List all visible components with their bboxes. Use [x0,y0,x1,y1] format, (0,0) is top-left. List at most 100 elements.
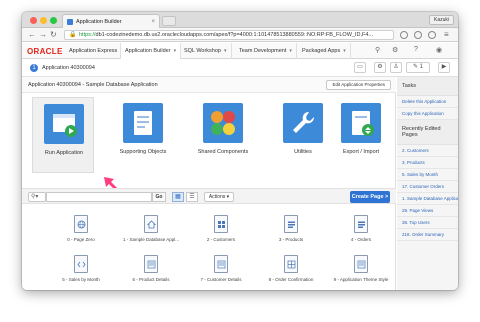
page-item[interactable]: 0 - Page Zero [46,211,116,251]
nav-packaged-apps[interactable]: Packaged Apps ▾ [298,43,351,59]
nav-label: Application Builder [125,48,171,54]
user-avatar-icon[interactable]: ◉ [436,46,442,54]
page-item[interactable]: 5 - Sales by Month [46,251,116,290]
extension-icon-2[interactable] [428,31,436,39]
new-tab-button[interactable] [162,16,176,26]
page-item[interactable]: 1 - Sample Database Appl... [116,211,186,251]
page-label: 3 - Products [278,237,304,242]
page-item[interactable]: 2 - Customers [186,211,256,251]
page-document-icon [214,255,228,273]
icon-view-button[interactable]: ▦ [172,192,184,202]
tab-close-icon[interactable]: × [151,19,155,25]
page-item[interactable]: 8 - Order Confirmation [256,251,326,290]
recent-page-link[interactable]: 38. Top Users [397,217,458,229]
recent-page-link[interactable]: 17. Customer Orders [397,181,458,193]
apex-favicon-icon [67,18,73,25]
team-dev-icon[interactable]: ♙ [390,62,402,73]
browser-window: Application Builder × Kazuki ← → ↻ 🔒 htt… [22,12,458,290]
page-document-icon [354,255,368,273]
nav-team-development[interactable]: Team Development ▾ [235,43,297,59]
recent-page-link[interactable]: 3. Products [397,157,458,169]
go-button[interactable]: Go [152,192,166,202]
product-name: Application Express [69,48,118,54]
pages-toolbar: ⚲▾ Go ▦ ☰ Actions ▾ Create Page > [22,188,396,204]
edit-properties-button[interactable]: Edit Application Properties [326,80,391,90]
reload-icon[interactable]: ↻ [50,30,57,40]
page-label: 0 - Page Zero [67,237,95,242]
browser-tab[interactable]: Application Builder × [62,14,160,28]
feedback-button[interactable]: ✎ 1 [406,62,430,73]
minimize-window-button[interactable] [40,17,47,24]
report-view-button[interactable]: ☰ [186,192,198,202]
page-item[interactable]: 4 - Orders [326,211,396,251]
comments-icon[interactable]: ▭ [354,62,366,73]
close-window-button[interactable] [30,17,37,24]
search-icon[interactable]: ⚲ [375,46,380,54]
page-document-icon [354,215,368,233]
breadcrumb-bar: 1 Application 40300094 ▭ ⚙ ♙ ✎ 1 ▶ [22,59,458,77]
nav-sql-workshop[interactable]: SQL Workshop ▾ [180,43,232,59]
page-item[interactable]: 7 - Customer Details [186,251,256,290]
page-grid: 0 - Page Zero 1 - Sample Database Appl..… [22,205,396,290]
utilities-tile[interactable]: Utilities [272,97,334,173]
page-label: 2 - Customers [206,237,236,242]
page-document-icon [284,215,298,233]
extension-icon[interactable] [414,31,422,39]
tile-label: Supporting Objects [119,149,167,155]
zoom-window-button[interactable] [50,17,57,24]
recent-page-link[interactable]: 218. Order Summary [397,229,458,241]
bookmark-star-icon[interactable] [400,31,408,39]
shared-components-tile[interactable]: Shared Components [192,97,254,173]
page-label: 8 - Order Confirmation [268,277,314,282]
page-label: 7 - Customer Details [200,277,242,282]
form-icon [288,221,295,228]
url-path: db1-codezinedemo.db.us2.oraclecloudapps.… [95,32,373,38]
nav-label: SQL Workshop [184,48,221,54]
chevron-down-icon: ▾ [173,48,177,54]
form-icon [358,221,365,228]
page-item[interactable]: 6 - Product Details [116,251,186,290]
apex-header: ORACLE Application Express Application B… [22,43,458,59]
sidebar: Tasks Delete this Application Copy this … [397,77,458,290]
page-document-icon [144,215,158,233]
list-icon [147,260,156,269]
recent-page-link[interactable]: 2. Customers [397,145,458,157]
run-icon[interactable]: ▶ [438,62,450,73]
page-item[interactable]: 3 - Products [256,211,326,251]
search-column-select[interactable]: ⚲▾ [28,192,46,202]
nav-label: Packaged Apps [302,48,341,54]
browser-menu-icon[interactable]: ≡ [444,30,449,40]
create-page-button[interactable]: Create Page > [350,191,390,203]
recent-pages-heading: Recently Edited Pages [397,120,458,145]
copy-application-link[interactable]: Copy this Application [397,108,458,120]
recent-page-link[interactable]: 5. Sales by Month [397,169,458,181]
breadcrumb[interactable]: Application 40300094 [42,65,95,71]
page-item[interactable]: 9 - Application Theme Style [326,251,396,290]
page-label: 9 - Application Theme Style [333,277,389,282]
shared-components-icon[interactable]: ⚙ [374,62,386,73]
nav-app-builder[interactable]: Application Builder ▾ [120,43,182,59]
home-icon [147,220,156,229]
search-input[interactable] [46,192,152,202]
browser-user-chip[interactable]: Kazuki [428,15,454,25]
browser-tab-title: Application Builder [76,18,122,25]
actions-menu-button[interactable]: Actions ▾ [204,192,234,202]
address-bar-row: ← → ↻ 🔒 https://db1-codezinedemo.db.us2.… [22,28,458,42]
help-icon[interactable]: ? [414,46,418,53]
export-import-icon [341,103,381,143]
app-badge: 1 [30,64,38,72]
region-header: Application 40300094 - Sample Database A… [22,77,396,93]
supporting-objects-tile[interactable]: Supporting Objects [112,97,174,173]
oracle-logo: ORACLE [27,47,63,56]
page-title: Application 40300094 - Sample Database A… [28,82,158,88]
back-arrow-icon[interactable]: ← [28,30,36,40]
globe-icon [77,220,86,229]
url-input[interactable]: 🔒 https://db1-codezinedemo.db.us2.oracle… [64,30,394,40]
export-import-tile[interactable]: Export / Import [330,97,392,173]
admin-icon[interactable]: ⚙ [392,46,398,54]
forward-arrow-icon[interactable]: → [39,30,47,40]
run-application-tile[interactable]: Run Application [32,97,94,173]
recent-page-link[interactable]: 29. Page Views [397,205,458,217]
delete-application-link[interactable]: Delete this Application [397,96,458,108]
recent-page-link[interactable]: 1. Sample Database Application [397,193,458,205]
